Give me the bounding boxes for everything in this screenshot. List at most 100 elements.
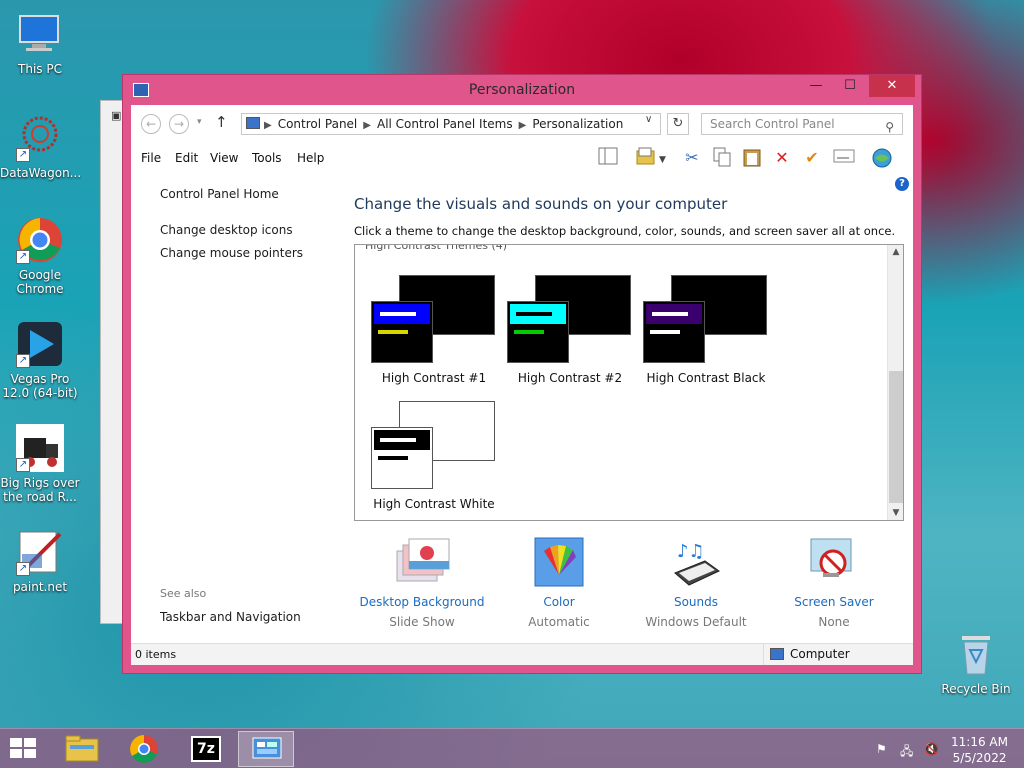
window-client: ← → ▾ ↑ ▶ Control Panel ▶ All Control Panel… [131, 105, 913, 665]
close-button[interactable]: ✕ [869, 75, 915, 97]
option-subtitle: Automatic [528, 615, 590, 629]
truck-icon: ↗ [16, 424, 64, 472]
globe-icon[interactable] [871, 147, 893, 169]
scroll-thumb[interactable] [889, 371, 903, 503]
desktop-icon-label: DataWagon... [0, 166, 82, 180]
option-subtitle: Windows Default [645, 615, 747, 629]
chrome-icon: ↗ [16, 216, 64, 264]
recent-pages-chevron-icon[interactable]: ▾ [197, 117, 202, 127]
desktop-icon-this-pc[interactable]: This PC [0, 10, 80, 76]
scroll-up-icon[interactable]: ▲ [888, 247, 903, 257]
paste-icon[interactable] [741, 147, 763, 169]
theme-preview-front [371, 301, 433, 363]
desktop-icon-label: Recycle Bin [941, 682, 1011, 696]
screen-saver-option[interactable]: Screen Saver None [764, 537, 904, 629]
minimize-button[interactable]: — [801, 75, 831, 97]
action-center-flag-icon[interactable]: ⚑ [876, 742, 887, 756]
rename-icon[interactable] [833, 147, 855, 169]
shortcut-arrow-icon: ↗ [16, 562, 30, 576]
desktop-icon-recycle-bin[interactable]: Recycle Bin [936, 630, 1016, 696]
taskbar-navigation-link[interactable]: Taskbar and Navigation [160, 610, 301, 624]
menu-view[interactable]: View [210, 151, 238, 165]
desktop-icon-datawagon[interactable]: ↗ DataWagon... [0, 114, 82, 180]
breadcrumb-separator-icon: ▶ [518, 120, 527, 131]
properties-check-icon[interactable]: ✔ [801, 147, 823, 169]
control-panel-icon [246, 117, 260, 129]
color-palette-icon [532, 537, 586, 587]
menu-tools[interactable]: Tools [252, 151, 282, 165]
taskbar-file-explorer[interactable] [54, 731, 110, 767]
search-icon[interactable]: ⚲ [885, 117, 894, 137]
shortcut-arrow-icon: ↗ [16, 148, 30, 162]
theme-preview-front [643, 301, 705, 363]
desktop-icon-label: Vegas Pro 12.0 (64-bit) [2, 372, 78, 400]
control-panel-home-link[interactable]: Control Panel Home [160, 187, 279, 201]
option-title: Color [543, 595, 575, 609]
datawagon-icon: ↗ [16, 114, 64, 162]
clock-date: 5/5/2022 [952, 751, 1007, 765]
folder-options-icon[interactable] [635, 147, 657, 169]
taskbar: 7z ⚑ 🖧 🔇 11:16 AM 5/5/2022 [0, 728, 1024, 768]
color-option[interactable]: Color Automatic [489, 537, 629, 629]
menu-edit[interactable]: Edit [175, 151, 198, 165]
back-button[interactable]: ← [141, 114, 161, 134]
breadcrumb-separator-icon: ▶ [264, 120, 272, 131]
start-button[interactable] [10, 738, 38, 760]
breadcrumb-all-items[interactable]: All Control Panel Items [377, 117, 513, 131]
taskbar-chrome[interactable] [116, 731, 172, 767]
shortcut-arrow-icon: ↗ [16, 250, 30, 264]
title-bar[interactable]: Personalization — ☐ ✕ [123, 75, 921, 105]
menu-file[interactable]: File [141, 151, 161, 165]
theme-list-scrollbar[interactable]: ▲ ▼ [887, 245, 903, 520]
this-pc-icon [16, 10, 64, 58]
desktop-icon-label: Google Chrome [16, 268, 64, 296]
breadcrumb-control-panel[interactable]: Control Panel [278, 117, 358, 131]
theme-label: High Contrast #1 [381, 371, 487, 385]
forward-button[interactable]: → [169, 114, 189, 134]
theme-label: High Contrast White [373, 497, 495, 511]
network-icon[interactable]: 🖧 [900, 742, 913, 763]
search-input[interactable]: Search Control Panel ⚲ [701, 113, 903, 135]
control-panel-icon [252, 737, 282, 759]
sounds-music-icon: ♪♫ [669, 537, 723, 587]
help-icon[interactable]: ? [895, 177, 909, 191]
background-window-icon: ▣ [111, 109, 122, 122]
maximize-button[interactable]: ☐ [835, 75, 865, 97]
theme-list[interactable]: High Contrast Themes (4) High Contrast #… [354, 244, 904, 521]
menu-help[interactable]: Help [297, 151, 324, 165]
sounds-option[interactable]: ♪♫ Sounds Windows Default [626, 537, 766, 629]
vegas-pro-icon: ↗ [16, 320, 64, 368]
taskbar-7zip[interactable]: 7z [178, 731, 234, 767]
desktop-icon-vegas-pro[interactable]: ↗ Vegas Pro 12.0 (64-bit) [0, 320, 80, 400]
volume-muted-icon[interactable]: 🔇 [924, 742, 939, 756]
theme-preview-front [371, 427, 433, 489]
delete-icon[interactable]: ✕ [771, 147, 793, 169]
7zip-icon: 7z [191, 736, 221, 762]
desktop-background-icon [395, 537, 450, 587]
address-bar[interactable]: ▶ Control Panel ▶ All Control Panel Items ▶ P… [241, 113, 661, 135]
change-desktop-icons-link[interactable]: Change desktop icons [160, 223, 293, 237]
chrome-icon [130, 735, 158, 763]
scroll-down-icon[interactable]: ▼ [888, 508, 903, 518]
desktop-icon-big-rigs[interactable]: ↗ Big Rigs over the road R... [0, 424, 80, 504]
taskbar-control-panel[interactable] [238, 731, 294, 767]
desktop-icon-google-chrome[interactable]: ↗ Google Chrome [0, 216, 80, 296]
cut-icon[interactable]: ✂ [681, 147, 703, 169]
layout-pane-icon[interactable] [597, 147, 619, 169]
address-dropdown-icon[interactable]: ∨ [645, 114, 652, 125]
status-location: Computer [763, 644, 913, 665]
up-button[interactable]: ↑ [215, 113, 228, 131]
change-mouse-pointers-link[interactable]: Change mouse pointers [160, 246, 303, 260]
breadcrumb-separator-icon: ▶ [363, 120, 371, 131]
desktop-icon-label: paint.net [12, 580, 68, 594]
menu-bar: File Edit View Tools Help ▼ ✂ ✕ ✔ [131, 143, 913, 173]
personalization-window[interactable]: Personalization — ☐ ✕ ← → ▾ ↑ ▶ Control P… [122, 74, 922, 674]
screen-saver-icon [807, 537, 861, 587]
desktop-background-option[interactable]: Desktop Background Slide Show [352, 537, 492, 629]
desktop-icon-paint-net[interactable]: ↗ paint.net [0, 528, 80, 594]
chevron-down-icon[interactable]: ▼ [659, 155, 666, 165]
refresh-button[interactable]: ↻ [667, 113, 689, 135]
breadcrumb-personalization[interactable]: Personalization [532, 117, 623, 131]
system-clock[interactable]: 11:16 AM 5/5/2022 [951, 734, 1008, 766]
copy-icon[interactable] [711, 147, 733, 169]
